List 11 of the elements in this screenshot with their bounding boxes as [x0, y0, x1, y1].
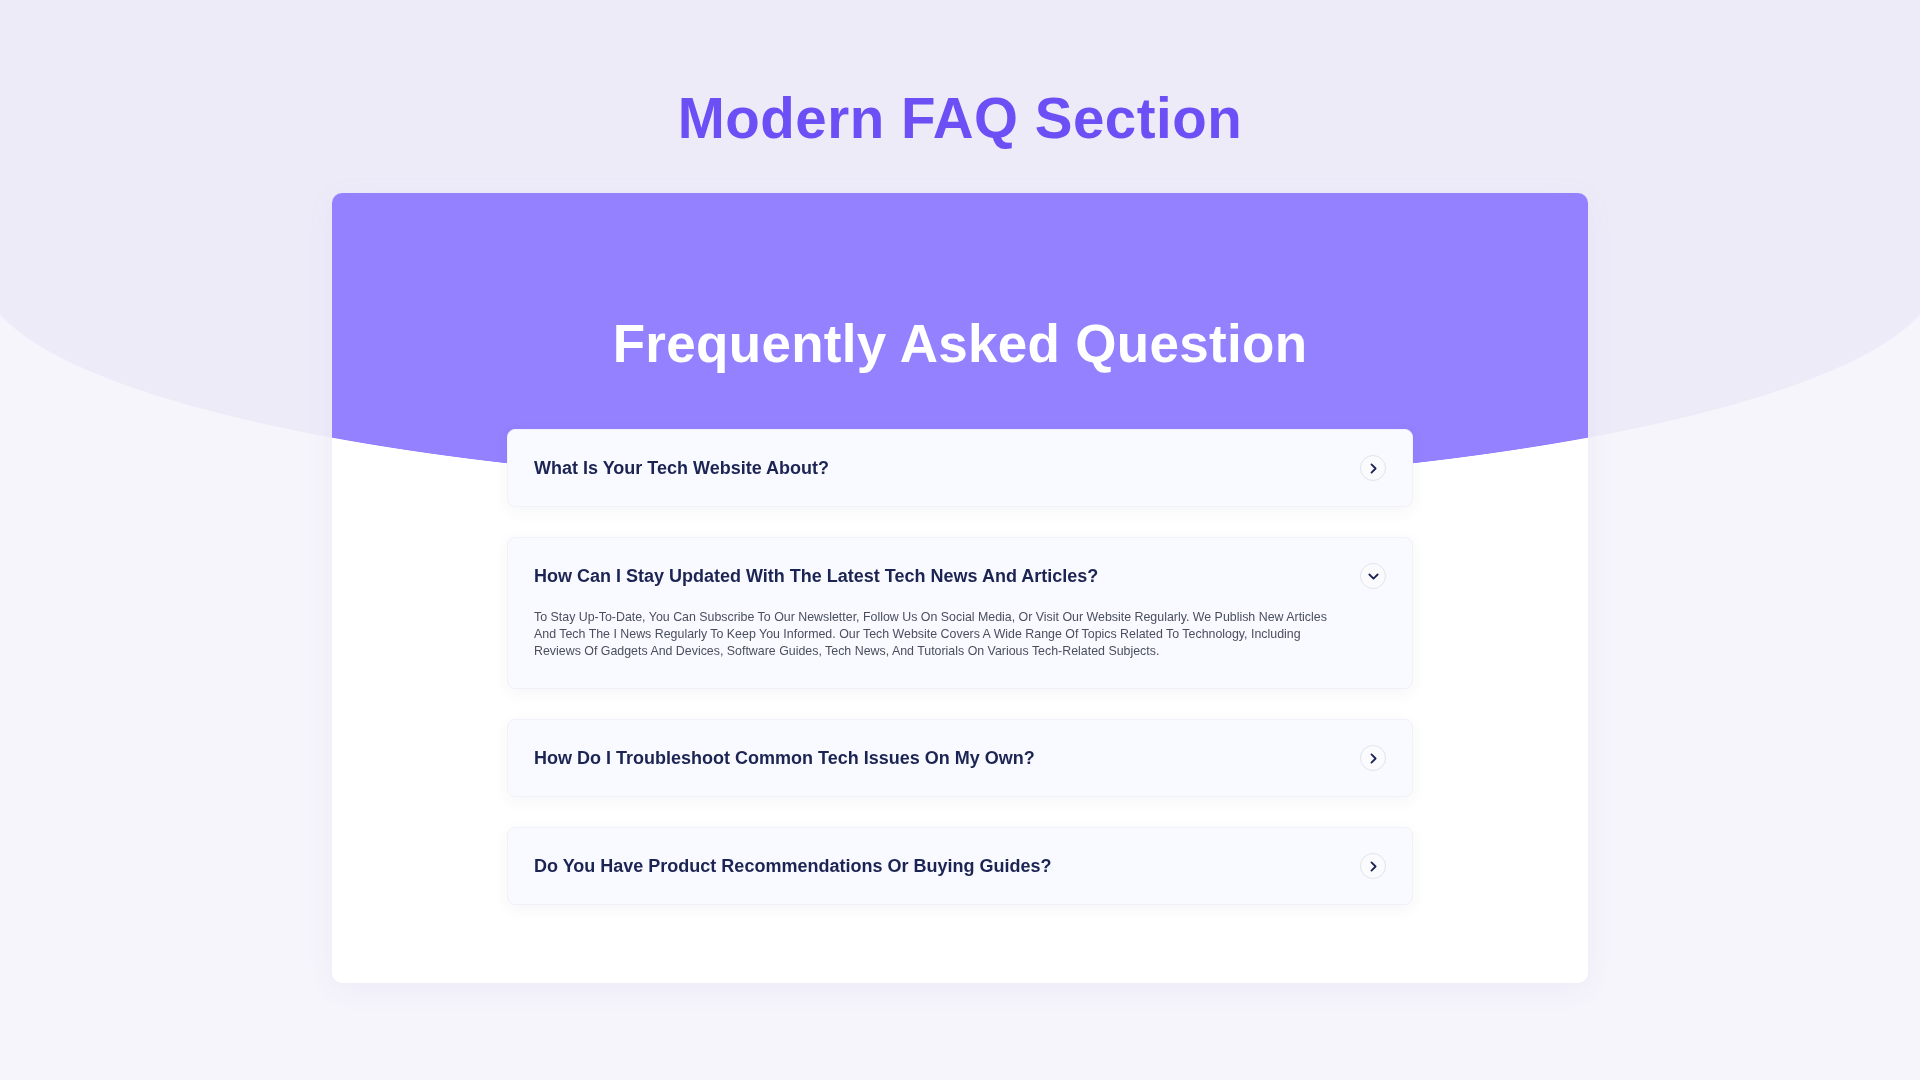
expand-button[interactable] [1360, 853, 1386, 879]
expand-button[interactable] [1360, 455, 1386, 481]
faq-question[interactable]: What Is Your Tech Website About? [534, 457, 829, 479]
faq-heading: Frequently Asked Question [611, 314, 1309, 374]
faq-question[interactable]: How Do I Troubleshoot Common Tech Issues On My Own? [534, 747, 1035, 769]
page-title: Modern FAQ Section [677, 88, 1243, 150]
faq-question[interactable]: How Can I Stay Updated With The Latest Tech News And Articles? [534, 565, 1099, 587]
faq-question[interactable]: Do You Have Product Recommendations Or Buying Guides? [534, 855, 1052, 877]
expand-button[interactable] [1360, 745, 1386, 771]
faq-answer: To Stay Up-To-Date, You Can Subscribe To Our Newsletter, Follow Us On Social Media, Or Visit Our Website Regularly. We Publish New Articles And Tech The I News Regularly To Keep You Informed. Our Tech Website Covers A Wide Range Of Topics Related To Technology, Including Reviews Of Gadgets And Devices, Software Guides, Tech News, And Tutorials On Various Tech-Related Subjects. [534, 609, 1328, 660]
expand-button[interactable] [1360, 563, 1386, 589]
